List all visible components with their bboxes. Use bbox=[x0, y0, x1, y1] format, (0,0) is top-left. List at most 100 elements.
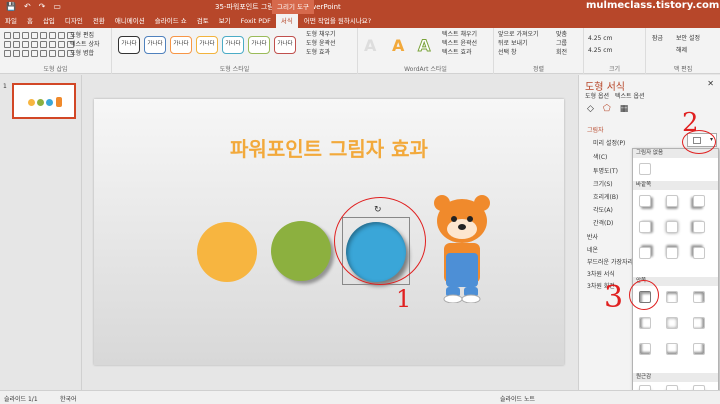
merge-shapes-button[interactable]: 도형 병합 bbox=[70, 49, 100, 58]
outer-shadow-option[interactable] bbox=[693, 195, 705, 207]
shape-style-swatch[interactable]: 가나다 bbox=[248, 36, 270, 54]
shape-style-swatch[interactable]: 가나다 bbox=[144, 36, 166, 54]
annotation-circle-blue bbox=[334, 197, 426, 285]
ribbon: 도형 편집 텍스트 상자 도형 병합 도형 삽입 가나다 가나다 가나다 가나다… bbox=[0, 28, 720, 74]
text-outline-button[interactable]: 텍스트 윤곽선 bbox=[442, 39, 477, 48]
inner-shadow-option[interactable] bbox=[693, 317, 705, 329]
glow-section[interactable]: 네온 bbox=[587, 245, 598, 254]
wordart-style-swatch[interactable]: A bbox=[417, 36, 430, 56]
textbox-button[interactable]: 텍스트 상자 bbox=[70, 40, 100, 49]
green-circle[interactable] bbox=[271, 221, 331, 281]
start-slideshow-icon[interactable]: ▭ bbox=[53, 2, 61, 11]
drawing-tools-context-tab: 그리기 도구 bbox=[272, 0, 314, 14]
outer-shadow-option[interactable] bbox=[639, 221, 651, 233]
security-settings-button[interactable]: 보안 설정 bbox=[676, 34, 700, 43]
title-bar: 💾 ↶ ↷ ▭ 35-파워포인트 그림자 효과 - PowerPoint 그리기… bbox=[0, 0, 720, 14]
slide-thumbnail[interactable] bbox=[12, 83, 76, 119]
blur-label: 흐리게(B) bbox=[593, 194, 619, 201]
tab-2[interactable]: 삽입 bbox=[38, 14, 60, 28]
inner-shadow-option[interactable] bbox=[693, 291, 705, 303]
send-backward-button[interactable]: 뒤로 보내기 bbox=[498, 39, 539, 48]
slide-thumbnail-pane: 1 bbox=[0, 75, 82, 390]
outer-shadow-option[interactable] bbox=[693, 221, 705, 233]
release-button[interactable]: 해제 bbox=[676, 46, 687, 55]
text-options-tab[interactable]: 텍스트 옵션 bbox=[615, 91, 645, 100]
gallery-header-perspective: 원근감 bbox=[633, 373, 718, 382]
size-properties-icon[interactable]: ▦ bbox=[620, 104, 629, 114]
slide-number: 1 bbox=[3, 83, 7, 90]
undo-icon[interactable]: ↶ bbox=[24, 2, 31, 11]
outer-shadow-option[interactable] bbox=[693, 247, 705, 259]
group-button[interactable]: 그룹 bbox=[556, 39, 567, 48]
gallery-header-outer: 바깥쪽 bbox=[633, 181, 718, 190]
outer-shadow-option[interactable] bbox=[666, 247, 678, 259]
redo-icon[interactable]: ↷ bbox=[39, 2, 46, 11]
lock-button[interactable]: 잠금 bbox=[652, 34, 663, 43]
shape-effects-button[interactable]: 도형 효과 bbox=[306, 48, 336, 57]
shapes-gallery[interactable] bbox=[4, 32, 74, 58]
shape-style-swatch[interactable]: 가나다 bbox=[196, 36, 218, 54]
shape-style-swatch[interactable]: 가나다 bbox=[274, 36, 296, 54]
text-effects-button[interactable]: 텍스트 효과 bbox=[442, 48, 477, 57]
inner-shadow-option[interactable] bbox=[666, 317, 678, 329]
shape-options-tab[interactable]: 도형 옵션 bbox=[585, 91, 609, 100]
slide-title[interactable]: 파워포인트 그림자 효과 bbox=[94, 133, 564, 162]
inner-shadow-option[interactable] bbox=[639, 343, 651, 355]
shape-width-field[interactable]: 4.25 cm bbox=[588, 46, 612, 55]
effects-icon[interactable]: ⬠ bbox=[603, 104, 611, 114]
outer-shadow-option[interactable] bbox=[666, 221, 678, 233]
no-shadow-option[interactable] bbox=[639, 163, 651, 175]
fill-line-icon[interactable]: ◇ bbox=[587, 104, 594, 114]
tab-5[interactable]: 애니메이션 bbox=[110, 14, 150, 28]
shape-style-swatch[interactable]: 가나다 bbox=[170, 36, 192, 54]
tab-10[interactable]: 서식 bbox=[275, 14, 298, 28]
bring-forward-button[interactable]: 앞으로 가져오기 bbox=[498, 30, 539, 39]
shadow-section-header[interactable]: 그림자 bbox=[587, 125, 604, 134]
tab-7[interactable]: 검토 bbox=[192, 14, 214, 28]
close-pane-icon[interactable]: ✕ bbox=[707, 79, 714, 88]
tab-6[interactable]: 슬라이드 쇼 bbox=[150, 14, 192, 28]
align-button[interactable]: 맞춤 bbox=[556, 30, 567, 39]
orange-circle[interactable] bbox=[197, 222, 257, 282]
tab-9[interactable]: Foxit PDF bbox=[236, 14, 276, 28]
save-icon[interactable]: 💾 bbox=[6, 2, 16, 11]
wordart-style-swatch[interactable]: A bbox=[392, 36, 404, 55]
annotation-3: 3 bbox=[604, 280, 624, 315]
shape-fill-button[interactable]: 도형 채우기 bbox=[306, 30, 336, 39]
inner-shadow-option[interactable] bbox=[666, 291, 678, 303]
thumb-orange-circle bbox=[28, 99, 35, 106]
rotate-button[interactable]: 회전 bbox=[556, 48, 567, 57]
shape-style-swatch[interactable]: 가나다 bbox=[222, 36, 244, 54]
outer-shadow-option[interactable] bbox=[666, 195, 678, 207]
annotation-circle-preset bbox=[682, 130, 716, 154]
shape-style-swatch[interactable]: 가나다 bbox=[118, 36, 140, 54]
mac-edit-group: 잠금 보안 설정 해제 맥 편집 bbox=[646, 28, 720, 74]
notes-button[interactable]: 슬라이드 노트 bbox=[500, 394, 535, 403]
selection-pane-button[interactable]: 선택 창 bbox=[498, 48, 539, 57]
reflection-section[interactable]: 반사 bbox=[587, 232, 598, 241]
tab-1[interactable]: 홈 bbox=[22, 14, 38, 28]
tell-me-search[interactable]: 어떤 작업을 원하시나요? bbox=[304, 14, 371, 28]
inner-shadow-option[interactable] bbox=[639, 317, 651, 329]
wordart-style-swatch[interactable]: A bbox=[364, 36, 376, 55]
tab-8[interactable]: 보기 bbox=[214, 14, 236, 28]
soft-edges-section[interactable]: 부드러운 가장자리 bbox=[587, 257, 633, 266]
thumb-blue-circle bbox=[46, 99, 53, 106]
bear-character-image[interactable] bbox=[430, 191, 494, 303]
inner-shadow-option[interactable] bbox=[693, 343, 705, 355]
edit-shape-button[interactable]: 도형 편집 bbox=[70, 31, 100, 40]
outer-shadow-option[interactable] bbox=[639, 195, 651, 207]
tab-4[interactable]: 전환 bbox=[88, 14, 110, 28]
inner-shadow-option[interactable] bbox=[666, 343, 678, 355]
wordart-group: A A A 텍스트 채우기 텍스트 윤곽선 텍스트 효과 WordArt 스타일 bbox=[358, 28, 494, 74]
tab-0[interactable]: 파일 bbox=[0, 14, 22, 28]
outer-shadow-option[interactable] bbox=[639, 247, 651, 259]
shape-height-field[interactable]: 4.25 cm bbox=[588, 34, 612, 43]
shadow-presets-gallery: 그림자 없음 바깥쪽 안쪽 원근감 bbox=[632, 148, 719, 401]
3d-format-section[interactable]: 3차원 서식 bbox=[587, 269, 615, 278]
shape-outline-button[interactable]: 도형 윤곽선 bbox=[306, 39, 336, 48]
slide[interactable]: 파워포인트 그림자 효과 ↻ bbox=[94, 99, 564, 365]
tab-3[interactable]: 디자인 bbox=[60, 14, 88, 28]
text-fill-button[interactable]: 텍스트 채우기 bbox=[442, 30, 477, 39]
status-bar: 슬라이드 1/1 한국어 슬라이드 노트 bbox=[0, 390, 720, 404]
